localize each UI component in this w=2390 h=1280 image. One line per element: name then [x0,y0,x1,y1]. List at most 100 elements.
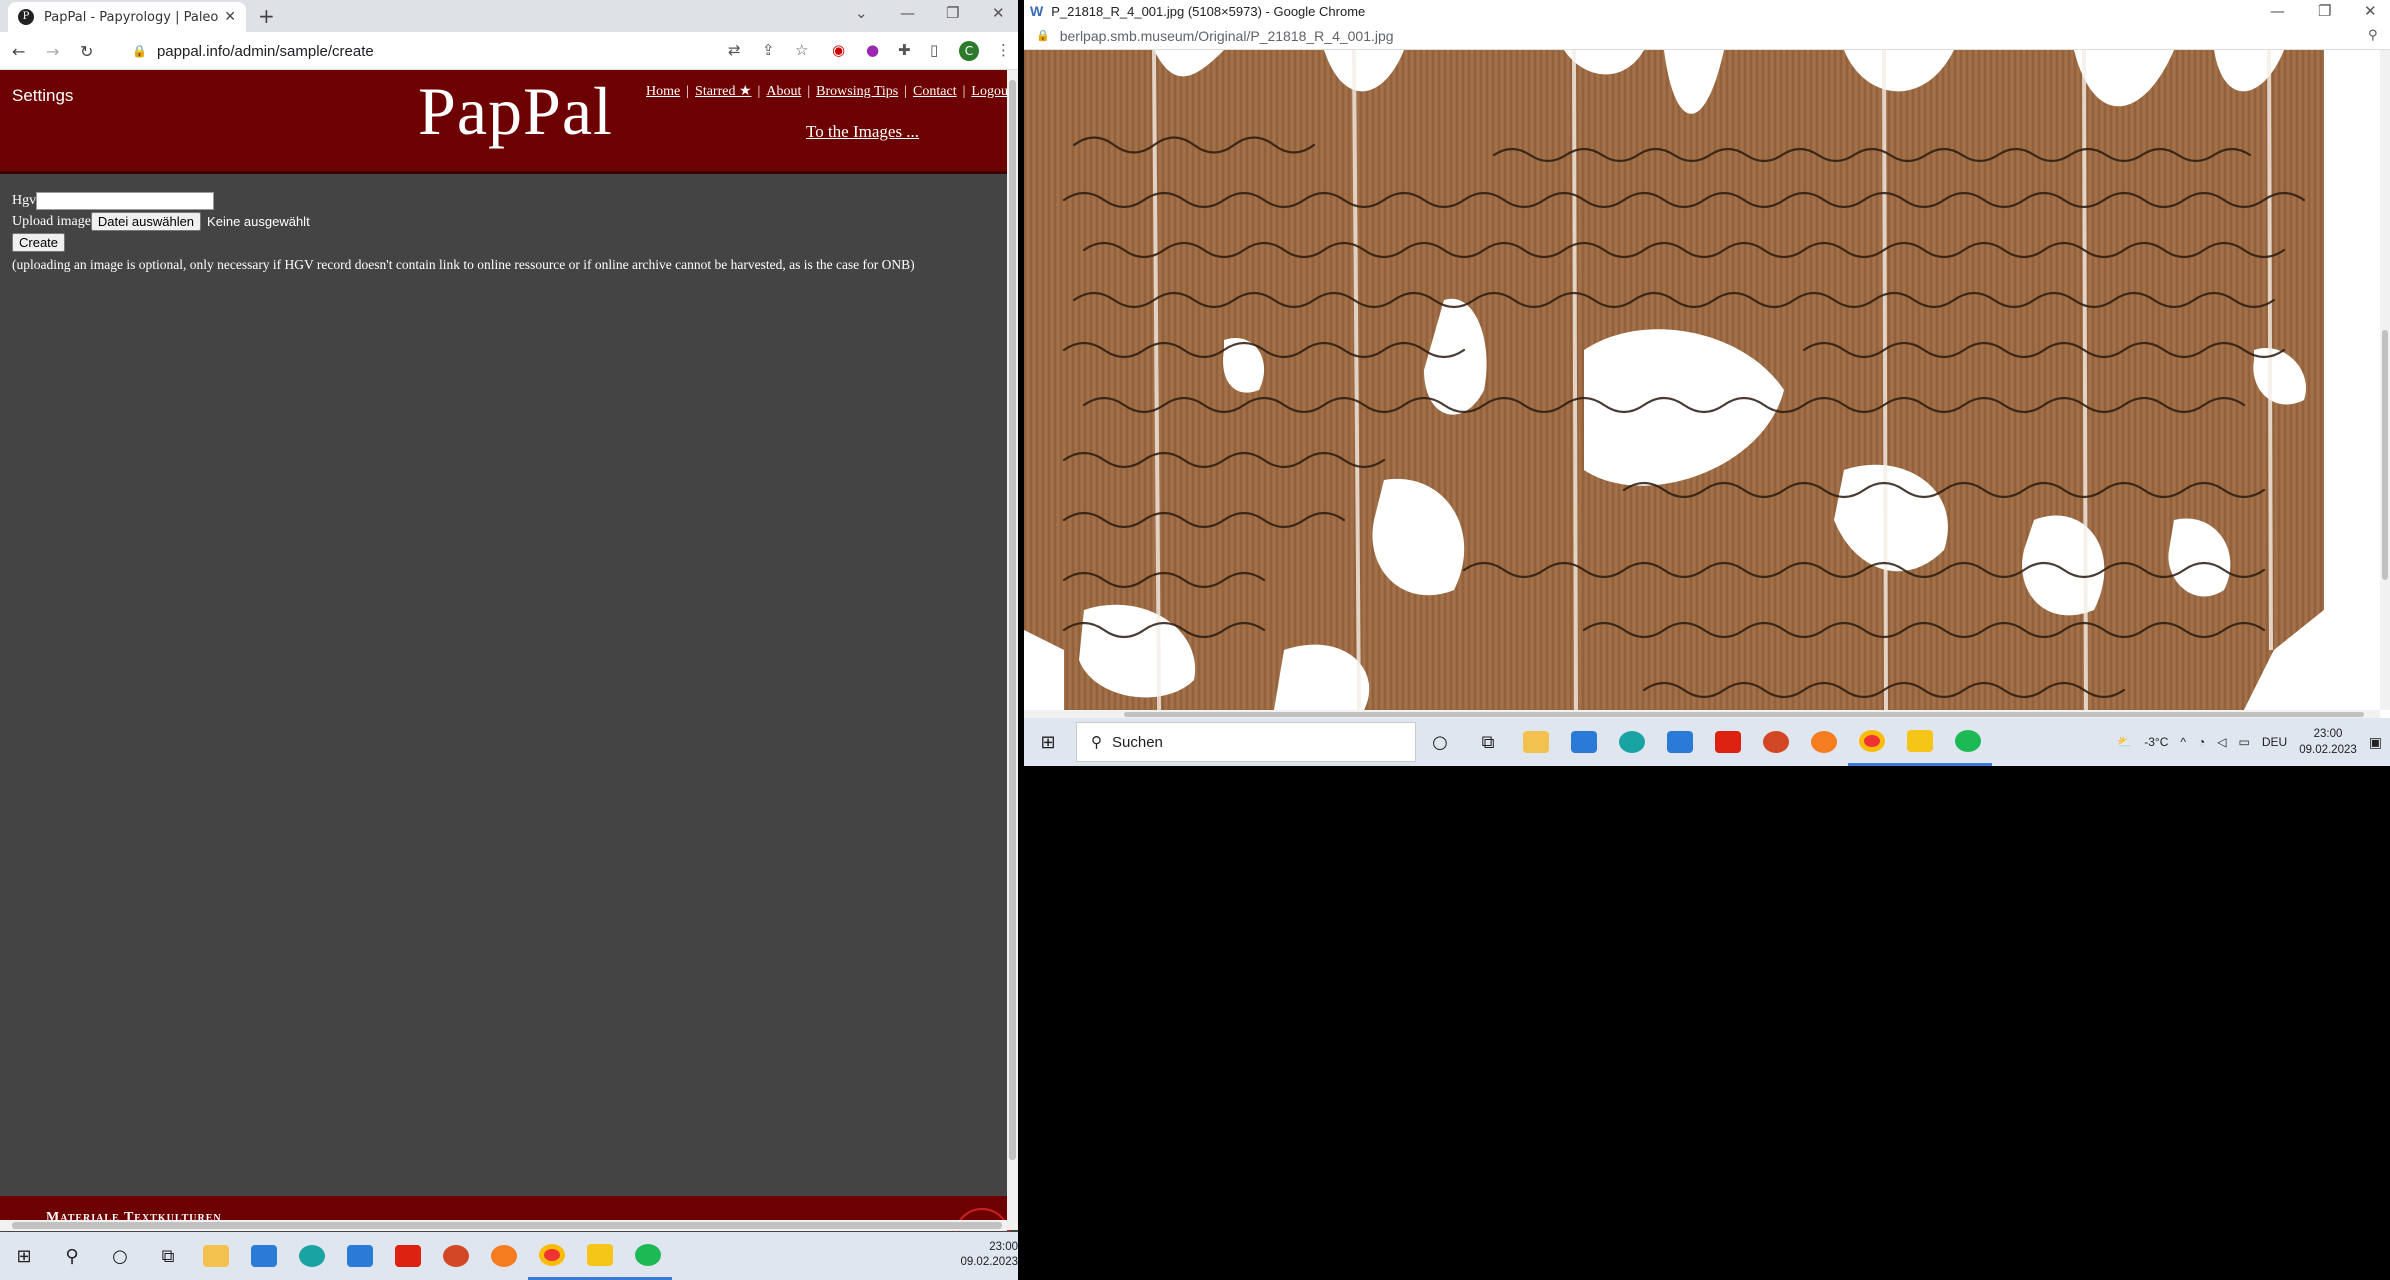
upload-image-label: Upload image [12,213,91,229]
vertical-scroll-thumb[interactable] [1009,80,1016,1160]
minimize-icon[interactable]: — [900,4,915,22]
battery-icon[interactable]: ▭ [2239,735,2250,749]
settings-link[interactable]: Settings [12,86,73,106]
notes-icon[interactable] [1896,718,1944,766]
window-title: P_21818_R_4_001.jpg (5108×5973) - Google… [1051,3,1366,19]
horizontal-scroll-thumb[interactable] [1124,712,2364,717]
acrobat-icon[interactable] [384,1232,432,1280]
spotify-icon[interactable] [1944,718,1992,766]
address-bar[interactable]: 🔒 berlpap.smb.museum/Original/P_21818_R_… [1024,22,2390,50]
address-text: pappal.info/admin/sample/create [156,42,374,60]
task-view-icon[interactable]: ⧉ [1464,718,1512,766]
hgv-label: Hgv [12,192,37,208]
menu-icon[interactable]: ⋮ [996,41,1011,59]
start-windows-icon[interactable]: ⊞ [0,1232,48,1280]
address-text: berlpap.smb.museum/Original/P_21818_R_4_… [1059,27,1394,44]
edge-icon[interactable] [1608,718,1656,766]
file-explorer-icon[interactable] [192,1232,240,1280]
cortana-icon[interactable]: ○ [96,1232,144,1280]
minimize-icon[interactable]: — [2270,2,2285,20]
new-tab-button[interactable]: + [258,4,275,28]
clock-date: 09.02.2023 [2299,744,2357,756]
close-window-icon[interactable]: ✕ [2364,2,2377,20]
address-bar[interactable]: 🔒 pappal.info/admin/sample/create [120,36,720,66]
create-sample-form: Hgv Upload image Datei auswählen Keine a… [12,190,915,273]
taskbar-clock-right[interactable]: 23:00 09.02.2023 [2299,726,2357,758]
extension-red-icon[interactable]: ◉ [832,41,845,59]
restore-icon[interactable]: ❐ [2318,2,2331,20]
firefox-icon[interactable] [480,1232,528,1280]
network-icon[interactable]: ◔ [2198,735,2205,749]
search-placeholder: Suchen [1112,733,1163,751]
nav-logout[interactable]: Logout [971,84,1011,99]
tab-pappal[interactable]: P PapPal - Papyrology | Paleography ✕ [8,2,246,32]
nav-browsing-tips[interactable]: Browsing Tips [816,84,898,99]
choose-file-button[interactable]: Datei auswählen [90,212,202,231]
forward-icon[interactable]: → [46,42,59,61]
close-window-icon[interactable]: ✕ [992,4,1005,22]
weather-icon[interactable]: ⛅ [2117,735,2132,749]
powerpoint-icon[interactable] [1752,718,1800,766]
bookmark-star-icon[interactable]: ☆ [795,41,808,59]
clock-time: 23:00 [989,1241,1018,1253]
chrome-icon[interactable] [1848,718,1896,766]
nav-starred[interactable]: Starred ★ [695,84,751,99]
profile-avatar[interactable]: C [959,41,979,61]
taskbar-clock-left[interactable]: 23:00 09.02.2023 [948,1240,1018,1270]
to-images-link[interactable]: To the Images ... [806,122,919,142]
powerpoint-icon[interactable] [432,1232,480,1280]
extension-purple-icon[interactable]: ● [866,41,879,59]
nav-home[interactable]: Home [646,84,680,99]
reload-icon[interactable]: ↻ [80,42,93,61]
extensions-puzzle-icon[interactable]: ✚ [898,41,911,59]
file-explorer-icon[interactable] [1512,718,1560,766]
nav-contact[interactable]: Contact [913,84,957,99]
task-view-icon[interactable]: ⧉ [144,1232,192,1280]
upload-note: (uploading an image is optional, only ne… [12,257,915,272]
weather-temp[interactable]: -3°C [2144,735,2168,749]
close-tab-icon[interactable]: ✕ [224,9,236,25]
store-icon[interactable] [240,1232,288,1280]
horizontal-scroll-thumb[interactable] [12,1222,1002,1229]
edge-icon[interactable] [288,1232,336,1280]
clock-date: 09.02.2023 [960,1256,1018,1268]
cortana-icon[interactable]: ○ [1416,718,1464,766]
language-indicator[interactable]: DEU [2262,735,2287,749]
search-icon[interactable]: ⚲ [48,1232,96,1280]
zoom-icon[interactable]: ⚲ [2368,28,2378,43]
restore-icon[interactable]: ❐ [946,4,959,22]
store-icon[interactable] [1560,718,1608,766]
toolbar: ← → ↻ 🔒 pappal.info/admin/sample/create … [0,32,1018,70]
hgv-input[interactable] [36,191,215,210]
firefox-icon[interactable] [1800,718,1848,766]
share-icon[interactable]: ⇪ [762,41,775,59]
taskbar-right: ⊞ ⚲ Suchen ○ ⧉ ⛅ -3°C ^ ◔ ◁ ▭ DEU 23:00 … [1024,718,2390,766]
wordpress-icon: W [1030,3,1044,19]
tray-chevron-icon[interactable]: ^ [2180,735,2186,749]
site-header: Settings PapPal Home | Starred ★ | About | Bro… [0,70,1012,174]
notes-icon[interactable] [576,1232,624,1280]
system-tray: ⛅ -3°C ^ ◔ ◁ ▭ DEU 23:00 09.02.2023 ▣ [2117,726,2390,758]
lock-icon: 🔒 [132,44,147,58]
translate-icon[interactable]: ⇄ [728,41,741,59]
left-browser-window: P PapPal - Papyrology | Paleography ✕ + … [0,0,1018,1280]
vertical-scroll-thumb[interactable] [2382,330,2388,580]
start-windows-icon[interactable]: ⊞ [1024,718,1072,766]
clock-time: 23:00 [2313,728,2343,740]
notifications-icon[interactable]: ▣ [2369,734,2382,751]
spotify-icon[interactable] [624,1232,672,1280]
taskbar-search-box[interactable]: ⚲ Suchen [1076,722,1416,762]
side-panel-icon[interactable]: ▯ [930,41,938,59]
mail-icon[interactable] [336,1232,384,1280]
nav-about[interactable]: About [766,84,801,99]
top-navigation: Home | Starred ★ | About | Browsing Tips | Conta… [646,84,1012,99]
tab-search-icon[interactable]: ⌄ [855,4,868,22]
create-button[interactable]: Create [12,233,66,252]
volume-icon[interactable]: ◁ [2217,735,2226,749]
mail-icon[interactable] [1656,718,1704,766]
lock-icon: 🔒 [1036,30,1050,42]
back-icon[interactable]: ← [12,42,25,61]
acrobat-icon[interactable] [1704,718,1752,766]
taskbar-left: ⊞ ⚲ ○ ⧉ [0,1232,1018,1280]
chrome-icon[interactable] [528,1232,576,1280]
